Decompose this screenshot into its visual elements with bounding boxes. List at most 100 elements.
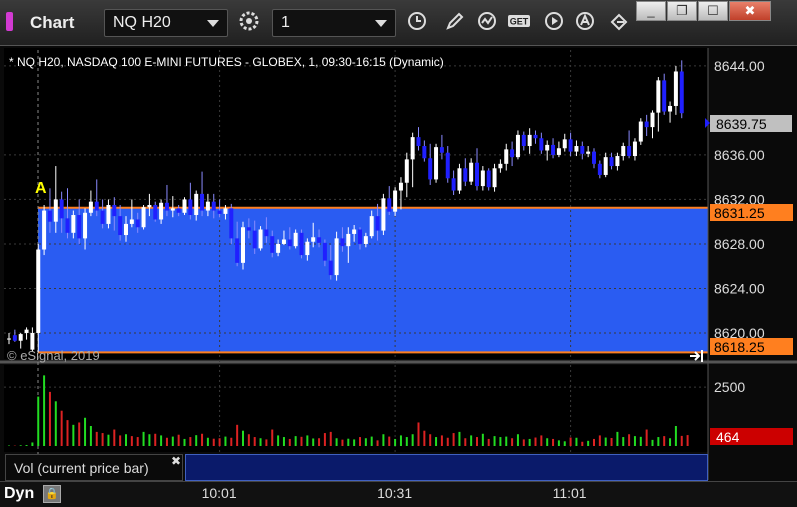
symbol-dropdown[interactable]: NQ H20 <box>104 9 228 37</box>
candle-body <box>562 139 567 149</box>
price-tick-label: 8624.00 <box>714 280 765 296</box>
title-bar: Chart NQ H20 1 GET _ ❐ ☐ ✖ <box>0 0 797 46</box>
candle <box>229 203 234 244</box>
candle-body <box>235 238 240 263</box>
window-title: Chart <box>30 13 75 32</box>
candle-body <box>65 218 70 233</box>
candle-body <box>317 237 322 243</box>
candle-body <box>369 216 374 237</box>
candle-body <box>603 157 608 175</box>
candle-body <box>545 144 550 151</box>
price-axis[interactable]: 8620.008624.008628.008632.008636.008644.… <box>714 58 765 341</box>
candle-body <box>556 148 561 155</box>
price-tick-label: 8636.00 <box>714 147 765 163</box>
candle-body <box>252 230 257 249</box>
copyright: © eSignal, 2019 <box>7 348 100 363</box>
dynamic-mode-label[interactable]: Dyn <box>4 485 34 503</box>
candle-body <box>662 80 667 112</box>
candle-body <box>100 210 105 224</box>
upper-level-tag: 8631.25 <box>710 204 793 221</box>
volume-value: 464 <box>716 429 740 445</box>
minimize-button[interactable]: _ <box>636 1 666 21</box>
candle <box>241 221 245 270</box>
restore-button[interactable]: ❐ <box>667 1 697 21</box>
symbol-value: NQ H20 <box>113 14 171 31</box>
symbol-settings-icon[interactable] <box>236 10 262 36</box>
candle-body <box>668 105 673 112</box>
candle-body <box>47 210 52 222</box>
candle-body <box>299 232 304 256</box>
candle-body <box>141 207 146 228</box>
candle-body <box>387 198 392 212</box>
candle-body <box>293 232 298 247</box>
candle-body <box>129 219 134 224</box>
chart-header: * NQ H20, NASDAQ 100 E-MINI FUTURES - GL… <box>9 55 444 69</box>
candle-body <box>451 178 456 191</box>
remove-study-icon[interactable]: ✖ <box>171 454 181 468</box>
candle-body <box>475 162 479 187</box>
close-button[interactable]: ✖ <box>729 1 771 21</box>
candle-body <box>434 147 439 180</box>
svg-text:GET: GET <box>510 17 529 27</box>
studies-icon[interactable] <box>474 10 500 36</box>
candle-body <box>106 205 111 224</box>
volume-axis[interactable]: 2500 <box>714 379 745 395</box>
candle-body <box>492 168 497 188</box>
play-replay-icon[interactable] <box>541 10 567 36</box>
candle-body <box>346 233 351 247</box>
get-data-icon[interactable]: GET <box>506 10 532 36</box>
candle-body <box>211 201 216 211</box>
candle-body <box>393 190 398 212</box>
candle-body <box>42 210 47 250</box>
candle <box>299 229 304 259</box>
candle-body <box>340 238 345 247</box>
candle-body <box>445 152 450 179</box>
candle-body <box>7 338 11 340</box>
volume-value-tag: 464 <box>710 428 793 445</box>
candle-body <box>656 80 661 113</box>
candle-body <box>170 208 175 211</box>
interval-dropdown[interactable]: 1 <box>272 9 396 37</box>
price-tick-label: 8628.00 <box>714 236 765 252</box>
marker-a[interactable]: A <box>35 180 47 197</box>
volume-pane <box>4 365 708 452</box>
candle-body <box>205 201 210 211</box>
candle <box>334 231 339 281</box>
candle <box>457 163 462 194</box>
volume-study-label[interactable]: Vol (current price bar) <box>5 454 183 481</box>
candle <box>381 193 386 236</box>
pencil-draw-icon[interactable] <box>442 10 468 36</box>
maximize-button[interactable]: ☐ <box>698 1 728 21</box>
candle-body <box>94 201 99 211</box>
candle-body <box>480 170 485 187</box>
link-icon[interactable] <box>606 10 632 36</box>
chart-app-icon <box>6 12 13 31</box>
volume-tick-label: 2500 <box>714 379 745 395</box>
candle-body <box>147 205 152 208</box>
candle-body <box>83 212 88 239</box>
clock-icon[interactable] <box>404 10 430 36</box>
candle-body <box>638 121 643 142</box>
alert-icon[interactable] <box>572 10 598 36</box>
candle-body <box>498 163 503 169</box>
candle-body <box>258 229 263 249</box>
price-tick-label: 8644.00 <box>714 58 765 74</box>
last-price-tag: 8639.75 <box>705 115 792 132</box>
candle-body <box>486 170 491 188</box>
candle-body <box>504 149 509 164</box>
candle-body <box>36 249 41 333</box>
candle-body <box>673 71 678 106</box>
candle-body <box>287 239 292 247</box>
price-chart[interactable]: * NQ H20, NASDAQ 100 E-MINI FUTURES - GL… <box>0 46 797 481</box>
chevron-down-icon <box>375 20 387 27</box>
candle-body <box>112 205 117 217</box>
interval-value: 1 <box>281 14 290 31</box>
candle-body <box>188 199 193 216</box>
candle-body <box>281 239 286 244</box>
lock-icon[interactable]: 🔒 <box>43 485 61 503</box>
candle-body <box>632 141 637 157</box>
candle <box>182 197 187 216</box>
candle-body <box>463 168 468 182</box>
candle-body <box>521 134 526 147</box>
candle-body <box>59 199 64 219</box>
